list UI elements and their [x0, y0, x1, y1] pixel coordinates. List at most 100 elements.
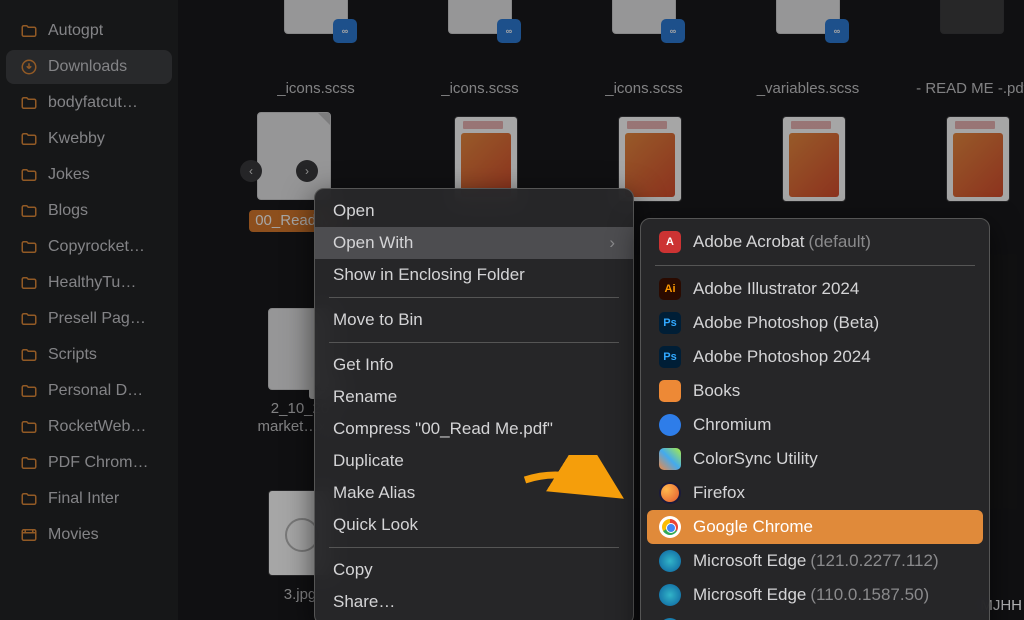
sidebar-item-jokes[interactable]: Jokes	[6, 158, 172, 192]
sidebar-item-movies[interactable]: Movies	[6, 518, 172, 552]
menu-separator	[329, 342, 619, 343]
menu-item-make-alias[interactable]: Make Alias	[315, 477, 633, 509]
menu-item-duplicate[interactable]: Duplicate	[315, 445, 633, 477]
file-thumbnail[interactable]: PDF	[940, 0, 1004, 34]
menu-item-label: Compress "00_Read Me.pdf"	[333, 419, 553, 439]
app-item-microsoft-edge[interactable]: Microsoft Edge(110.0.1587.50)	[641, 578, 989, 612]
menu-item-label: Get Info	[333, 355, 393, 375]
menu-item-show-in-enclosing-folder[interactable]: Show in Enclosing Folder	[315, 259, 633, 291]
chevron-right-icon: ›	[609, 233, 615, 253]
app-item-label: Adobe Illustrator 2024	[693, 279, 859, 299]
menu-item-open[interactable]: Open	[315, 195, 633, 227]
sidebar-item-personal-d-[interactable]: Personal D…	[6, 374, 172, 408]
sidebar-item-label: Final Inter	[48, 490, 119, 508]
colorsync-app-icon	[659, 448, 681, 470]
file-label: - READ ME -.pdf	[892, 80, 1024, 98]
file-thumbnail[interactable]	[257, 112, 331, 200]
folder-icon	[20, 22, 38, 40]
sidebar-item-final-inter[interactable]: Final Inter	[6, 482, 172, 516]
app-item-adobe-photoshop-2024[interactable]: PsAdobe Photoshop 2024	[641, 340, 989, 374]
sidebar-item-presell-pag-[interactable]: Presell Pag…	[6, 302, 172, 336]
chrome-app-icon	[659, 516, 681, 538]
file-item[interactable]	[898, 116, 1024, 212]
menu-item-label: Show in Enclosing Folder	[333, 265, 525, 285]
menu-item-copy[interactable]: Copy	[315, 554, 633, 586]
sidebar-item-bodyfatcut-[interactable]: bodyfatcut…	[6, 86, 172, 120]
vscode-badge-icon: ∞	[825, 19, 849, 43]
folder-icon	[20, 94, 38, 112]
menu-item-get-info[interactable]: Get Info	[315, 349, 633, 381]
file-item[interactable]: ∞_icons.scss	[236, 0, 396, 98]
app-item-firefox[interactable]: Firefox	[641, 476, 989, 510]
sidebar-item-label: HealthyTu…	[48, 274, 136, 292]
sidebar: Autogpt Downloads bodyfatcut… Kwebby Jok…	[0, 0, 178, 620]
folder-icon	[20, 346, 38, 364]
sidebar-item-label: Kwebby	[48, 130, 105, 148]
file-thumbnail[interactable]: ∞	[612, 0, 676, 34]
menu-item-open-with[interactable]: Open With ›	[315, 227, 633, 259]
sidebar-item-label: Jokes	[48, 166, 90, 184]
menu-item-label: Open	[333, 201, 375, 221]
file-thumbnail[interactable]: ∞	[284, 0, 348, 34]
ff-app-icon	[659, 482, 681, 504]
ai-app-icon: Ai	[659, 278, 681, 300]
app-item-label: Microsoft Edge	[693, 585, 806, 605]
chromium-app-icon	[659, 414, 681, 436]
folder-icon	[20, 166, 38, 184]
menu-item-rename[interactable]: Rename	[315, 381, 633, 413]
file-item[interactable]: ∞ _icons.scss	[564, 0, 724, 98]
menu-item-label: Open With	[333, 233, 413, 253]
quicklook-prev-icon[interactable]: ‹	[240, 160, 262, 182]
file-item[interactable]: ∞_variables.scss	[728, 0, 888, 98]
finder-window: Autogpt Downloads bodyfatcut… Kwebby Jok…	[0, 0, 1024, 620]
sidebar-item-downloads[interactable]: Downloads	[6, 50, 172, 84]
file-thumbnail[interactable]	[782, 116, 846, 202]
sidebar-item-autogpt[interactable]: Autogpt	[6, 14, 172, 48]
app-item-adobe-acrobat[interactable]: AAdobe Acrobat(default)	[641, 225, 989, 259]
folder-icon	[20, 274, 38, 292]
sidebar-item-pdf-chrom-[interactable]: PDF Chrom…	[6, 446, 172, 480]
file-label: _icons.scss	[564, 80, 724, 98]
app-item-colorsync-utility[interactable]: ColorSync Utility	[641, 442, 989, 476]
folder-icon	[20, 490, 38, 508]
movies-icon	[20, 526, 38, 544]
file-item[interactable]: ∞ _icons.scss	[400, 0, 560, 98]
file-thumbnail[interactable]: ∞	[448, 0, 512, 34]
vscode-badge-icon: ∞	[661, 19, 685, 43]
menu-item-quick-look[interactable]: Quick Look	[315, 509, 633, 541]
file-label: _icons.scss	[400, 80, 560, 98]
file-item[interactable]: PDF - READ ME -.pdf	[892, 0, 1024, 98]
menu-item-label: Make Alias	[333, 483, 415, 503]
app-item-label: Adobe Photoshop (Beta)	[693, 313, 879, 333]
menu-separator	[329, 297, 619, 298]
app-item-microsoft-edge[interactable]: Microsoft Edge(121.0.2277.112)	[641, 544, 989, 578]
app-item-books[interactable]: Books	[641, 374, 989, 408]
app-item-microsoft-edge[interactable]: Microsoft Edge(110.0.1587.49)	[641, 612, 989, 620]
app-item-chromium[interactable]: Chromium	[641, 408, 989, 442]
sidebar-item-label: Personal D…	[48, 382, 143, 400]
menu-item-share-[interactable]: Share…	[315, 586, 633, 618]
acro-app-icon: A	[659, 231, 681, 253]
sidebar-item-healthytu-[interactable]: HealthyTu…	[6, 266, 172, 300]
app-item-adobe-illustrator-2024[interactable]: Ai Adobe Illustrator 2024	[641, 272, 989, 306]
folder-icon	[20, 418, 38, 436]
file-thumbnail[interactable]: ∞	[776, 0, 840, 34]
app-item-label: Adobe Photoshop 2024	[693, 347, 871, 367]
sidebar-item-kwebby[interactable]: Kwebby	[6, 122, 172, 156]
app-item-label: Adobe Acrobat	[693, 232, 805, 252]
sidebar-item-rocketweb-[interactable]: RocketWeb…	[6, 410, 172, 444]
app-item-label: Firefox	[693, 483, 745, 503]
menu-item-move-to-bin[interactable]: Move to Bin	[315, 304, 633, 336]
app-item-google-chrome[interactable]: Google Chrome	[647, 510, 983, 544]
sidebar-item-scripts[interactable]: Scripts	[6, 338, 172, 372]
file-item[interactable]	[734, 116, 894, 212]
menu-item-compress-00-read-me-pdf-[interactable]: Compress "00_Read Me.pdf"	[315, 413, 633, 445]
ps-app-icon: Ps	[659, 312, 681, 334]
quicklook-next-icon[interactable]: ›	[296, 160, 318, 182]
app-item-label: Google Chrome	[693, 517, 813, 537]
app-item-adobe-photoshop-beta-[interactable]: Ps Adobe Photoshop (Beta)	[641, 306, 989, 340]
sidebar-item-blogs[interactable]: Blogs	[6, 194, 172, 228]
file-thumbnail[interactable]	[946, 116, 1010, 202]
sidebar-item-copyrocket-[interactable]: Copyrocket…	[6, 230, 172, 264]
app-item-label: Microsoft Edge	[693, 551, 806, 571]
